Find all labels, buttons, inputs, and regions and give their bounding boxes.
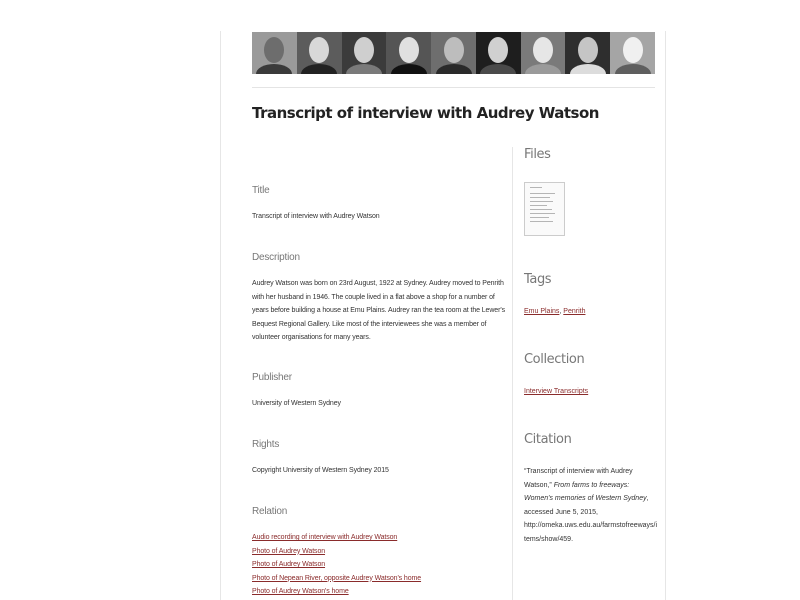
collection-value: Interview Transcripts (524, 385, 658, 399)
portrait-photo (520, 32, 566, 74)
files-heading: Files (524, 147, 551, 162)
field-label: Relation (252, 506, 288, 517)
portrait-photo (475, 32, 521, 74)
relation-link[interactable]: Photo of Audrey Watson (252, 548, 325, 555)
field-relation: Relation Audio recording of interview wi… (252, 506, 510, 599)
citation-heading: Citation (524, 432, 572, 447)
item-page: Transcript of interview with Audrey Wats… (220, 31, 666, 600)
portrait-photo (610, 32, 655, 74)
field-value: Copyright University of Western Sydney 2… (252, 467, 389, 474)
citation-text: “Transcript of interview with Audrey Wat… (524, 465, 658, 546)
portrait-face (398, 37, 419, 63)
field-title: Title Transcript of interview with Audre… (252, 185, 510, 224)
relation-link[interactable]: Audio recording of interview with Audrey… (252, 534, 397, 541)
header-divider (252, 87, 655, 88)
field-label: Title (252, 185, 270, 196)
portrait-photo (386, 32, 432, 74)
field-publisher: Publisher University of Western Sydney (252, 372, 510, 411)
portrait-body (614, 64, 651, 74)
portrait-face (443, 37, 464, 63)
portrait-body (390, 64, 427, 74)
field-description: Description Audrey Watson was born on 23… (252, 252, 510, 345)
relation-link[interactable]: Photo of Audrey Watson's home (252, 588, 349, 595)
collection-heading: Collection (524, 352, 585, 367)
column-divider (512, 147, 513, 600)
portrait-face (533, 37, 554, 63)
portrait-face (577, 37, 598, 63)
portrait-photo (341, 32, 387, 74)
citation-part: , accessed June 5, 2015, http://omeka.uw… (524, 495, 658, 543)
tag-list: Emu Plains, Penrith (524, 305, 658, 319)
portrait-photo (296, 32, 342, 74)
tags-heading: Tags (524, 272, 552, 287)
portrait-body (256, 64, 293, 74)
field-rights: Rights Copyright University of Western S… (252, 439, 510, 478)
relation-link[interactable]: Photo of Nepean River, opposite Audrey W… (252, 575, 421, 582)
portrait-body (569, 64, 606, 74)
portrait-photo (252, 32, 297, 74)
portrait-body (480, 64, 517, 74)
header-banner[interactable] (252, 32, 655, 74)
field-label: Rights (252, 439, 280, 450)
file-thumbnail[interactable] (524, 182, 565, 236)
portrait-body (345, 64, 382, 74)
field-value: Audrey Watson was born on 23rd August, 1… (252, 280, 505, 341)
tag-link[interactable]: Penrith (563, 308, 585, 315)
field-value: University of Western Sydney (252, 400, 341, 407)
field-label: Description (252, 252, 300, 263)
page-title: Transcript of interview with Audrey Wats… (252, 104, 599, 122)
portrait-face (488, 37, 509, 63)
portrait-face (353, 37, 374, 63)
field-label: Publisher (252, 372, 292, 383)
relation-link[interactable]: Photo of Audrey Watson (252, 561, 325, 568)
portrait-body (525, 64, 562, 74)
portrait-body (301, 64, 338, 74)
tag-link[interactable]: Emu Plains (524, 308, 559, 315)
relation-links: Audio recording of interview with Audrey… (252, 531, 510, 599)
portrait-face (264, 37, 285, 63)
portrait-photo (565, 32, 611, 74)
portrait-body (435, 64, 472, 74)
field-value: Transcript of interview with Audrey Wats… (252, 213, 380, 220)
portrait-photo (431, 32, 476, 74)
portrait-face (309, 37, 330, 63)
collection-link[interactable]: Interview Transcripts (524, 388, 588, 395)
portrait-face (622, 37, 643, 63)
